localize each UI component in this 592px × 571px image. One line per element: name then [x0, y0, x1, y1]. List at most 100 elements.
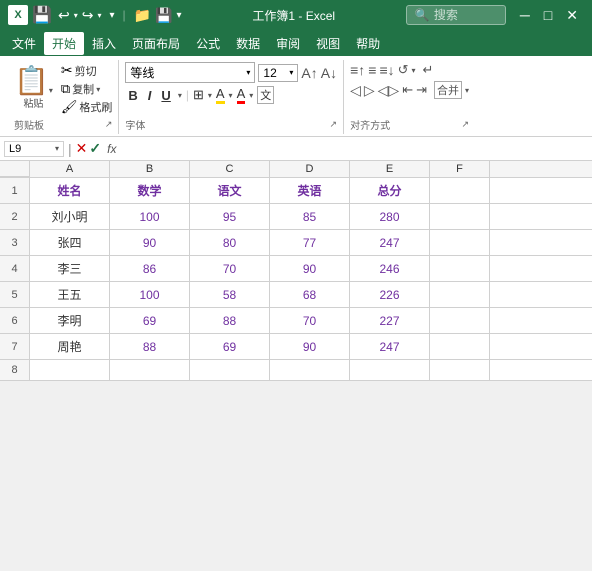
search-input[interactable]	[434, 8, 504, 22]
col-header-b[interactable]: B	[110, 161, 190, 177]
cell-b4[interactable]: 86	[110, 256, 190, 281]
cell-a4[interactable]: 李三	[30, 256, 110, 281]
cell-a2[interactable]: 刘小明	[30, 204, 110, 229]
rotate-dropdown[interactable]: ▾	[412, 66, 416, 75]
cell-e5[interactable]: 226	[350, 282, 430, 307]
rotate-text-button[interactable]: ↺	[398, 62, 409, 78]
font-increase-button[interactable]: A↑	[301, 65, 317, 81]
paste-icon[interactable]: 📋	[14, 67, 49, 95]
cell-d6[interactable]: 70	[270, 308, 350, 333]
cell-c5[interactable]: 58	[190, 282, 270, 307]
cell-e3[interactable]: 247	[350, 230, 430, 255]
increase-indent-button[interactable]: ⇥	[416, 82, 427, 98]
font-dropdown-arrow[interactable]: ▾	[246, 68, 250, 77]
font-expand[interactable]: ↗	[330, 119, 338, 130]
font-decrease-button[interactable]: A↓	[321, 65, 337, 81]
col-header-e[interactable]: E	[350, 161, 430, 177]
maximize-button[interactable]: □	[538, 5, 558, 26]
align-top-left-button[interactable]: ≡↑	[350, 62, 365, 78]
cell-e1[interactable]: 总分	[350, 178, 430, 203]
font-color-button[interactable]: A	[237, 86, 246, 104]
menu-home[interactable]: 开始	[44, 32, 84, 55]
merge-dropdown[interactable]: ▾	[465, 86, 469, 95]
cell-reference-box[interactable]: L9 ▾	[4, 141, 64, 157]
wrap-align-button[interactable]: ↵	[423, 62, 434, 78]
cell-c8[interactable]	[190, 360, 270, 380]
cell-a8[interactable]	[30, 360, 110, 380]
wrap-text-button[interactable]: 文	[257, 86, 274, 104]
search-box[interactable]: 🔍	[406, 5, 506, 25]
cell-e4[interactable]: 246	[350, 256, 430, 281]
copy-icon[interactable]: ⧉	[61, 81, 70, 97]
font-name-selector[interactable]: 等线 ▾	[125, 62, 255, 83]
font-color-dropdown[interactable]: ▾	[249, 91, 253, 100]
formula-confirm-button[interactable]: ✓	[89, 140, 101, 157]
menu-page-layout[interactable]: 页面布局	[124, 32, 188, 55]
cell-ref-dropdown[interactable]: ▾	[55, 144, 59, 153]
cell-a7[interactable]: 周艳	[30, 334, 110, 359]
scissors-icon[interactable]: ✂	[61, 62, 73, 79]
copy-dropdown[interactable]: ▾	[96, 85, 100, 94]
menu-view[interactable]: 视图	[308, 32, 348, 55]
menu-help[interactable]: 帮助	[348, 32, 388, 55]
underline-button[interactable]: U	[158, 87, 173, 104]
undo-button[interactable]: ↩	[56, 5, 72, 26]
cell-d3[interactable]: 77	[270, 230, 350, 255]
underline-dropdown[interactable]: ▾	[178, 91, 182, 100]
cell-c4[interactable]: 70	[190, 256, 270, 281]
cell-f7[interactable]	[430, 334, 490, 359]
cell-d1[interactable]: 英语	[270, 178, 350, 203]
decrease-indent-button[interactable]: ⇤	[402, 82, 413, 98]
menu-review[interactable]: 审阅	[268, 32, 308, 55]
cell-d2[interactable]: 85	[270, 204, 350, 229]
col-header-d[interactable]: D	[270, 161, 350, 177]
cell-d8[interactable]	[270, 360, 350, 380]
formula-fx-button[interactable]: fx	[103, 142, 120, 156]
formula-input[interactable]	[122, 142, 588, 156]
save-button[interactable]: 💾	[32, 5, 52, 25]
cell-b5[interactable]: 100	[110, 282, 190, 307]
formula-cancel-button[interactable]: ✕	[76, 140, 88, 157]
cell-c2[interactable]: 95	[190, 204, 270, 229]
border-button[interactable]: ⊞	[193, 87, 204, 103]
menu-data[interactable]: 数据	[228, 32, 268, 55]
cell-f4[interactable]	[430, 256, 490, 281]
col-header-c[interactable]: C	[190, 161, 270, 177]
save-icon[interactable]: 💾	[155, 7, 172, 24]
cell-f6[interactable]	[430, 308, 490, 333]
cell-c7[interactable]: 69	[190, 334, 270, 359]
cell-f1[interactable]	[430, 178, 490, 203]
alignment-expand[interactable]: ↗	[461, 119, 469, 130]
cell-a1[interactable]: 姓名	[30, 178, 110, 203]
redo-button[interactable]: ↪	[80, 5, 96, 26]
cell-b3[interactable]: 90	[110, 230, 190, 255]
cell-b6[interactable]: 69	[110, 308, 190, 333]
cell-a3[interactable]: 张四	[30, 230, 110, 255]
cell-c6[interactable]: 88	[190, 308, 270, 333]
cell-a5[interactable]: 王五	[30, 282, 110, 307]
clipboard-expand[interactable]: ↗	[105, 119, 113, 130]
cell-b7[interactable]: 88	[110, 334, 190, 359]
cell-b8[interactable]	[110, 360, 190, 380]
cell-f3[interactable]	[430, 230, 490, 255]
fill-color-button[interactable]: A	[216, 86, 225, 104]
font-size-dropdown[interactable]: ▾	[289, 68, 293, 77]
bold-button[interactable]: B	[125, 87, 140, 104]
cell-f5[interactable]	[430, 282, 490, 307]
cell-e8[interactable]	[350, 360, 430, 380]
col-header-f[interactable]: F	[430, 161, 490, 177]
paste-btn-area[interactable]: 📋 ▾	[14, 67, 53, 95]
minimize-button[interactable]: ─	[514, 5, 536, 26]
border-dropdown[interactable]: ▾	[208, 91, 212, 100]
cell-e6[interactable]: 227	[350, 308, 430, 333]
cell-b2[interactable]: 100	[110, 204, 190, 229]
open-folder-icon[interactable]: 📁	[134, 7, 151, 24]
cell-a6[interactable]: 李明	[30, 308, 110, 333]
merge-cells-button[interactable]: 合并	[434, 81, 462, 99]
paste-dropdown[interactable]: ▾	[49, 86, 53, 95]
quick-access-more[interactable]: ▾	[110, 10, 115, 21]
align-top-center-button[interactable]: ≡	[368, 62, 376, 78]
font-size-selector[interactable]: 12 ▾	[258, 64, 298, 82]
cell-d7[interactable]: 90	[270, 334, 350, 359]
format-painter-icon[interactable]: 🖌	[61, 99, 78, 115]
